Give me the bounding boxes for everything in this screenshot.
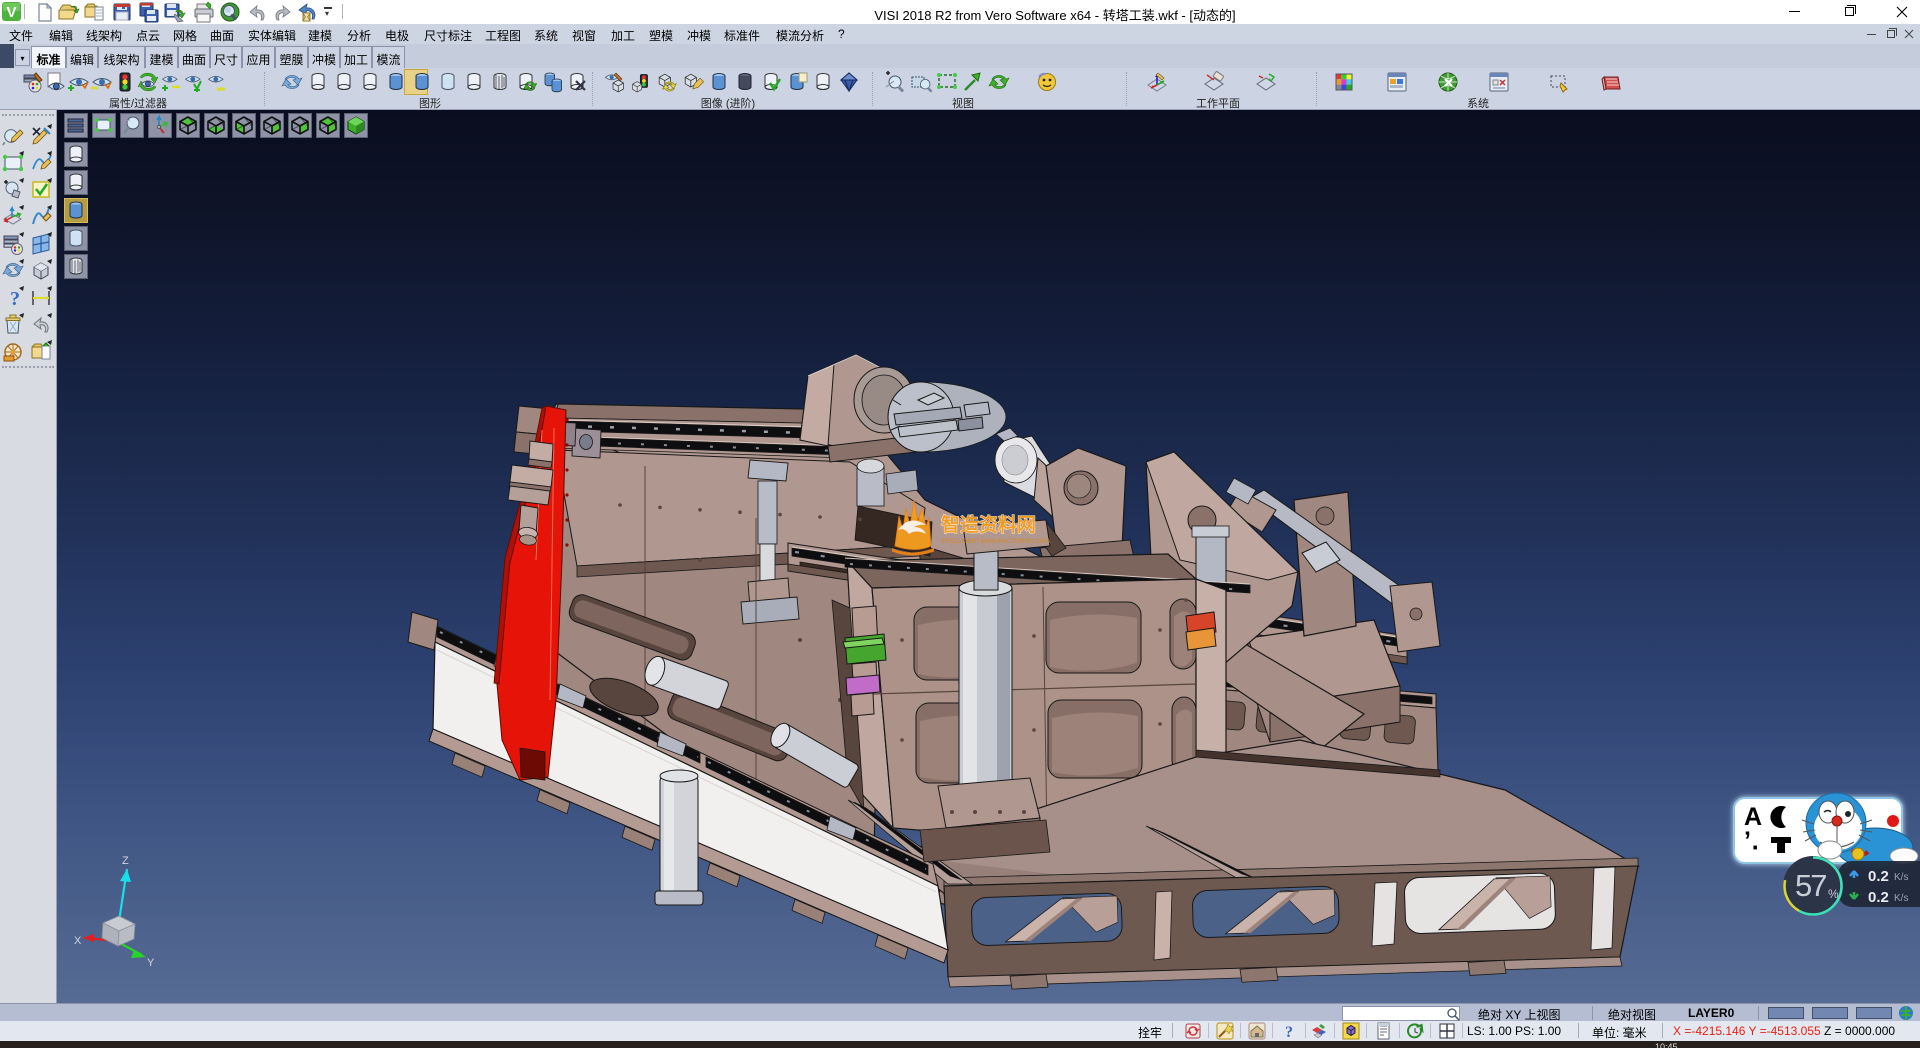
svg-text:%: % [1828,887,1839,901]
svg-text:INTELLIGENT MANUFACTURING DATA: INTELLIGENT MANUFACTURING DATA [941,539,1050,545]
svg-text:K/s: K/s [1894,893,1908,904]
svg-text:57: 57 [1795,868,1826,903]
svg-text:K/s: K/s [1894,872,1908,883]
svg-text:?: ? [10,288,20,310]
svg-text:0.2: 0.2 [1868,868,1889,885]
svg-text:Z: Z [122,855,129,867]
svg-text:X: X [74,935,82,947]
svg-text:Y: Y [147,957,155,969]
svg-text:0.2: 0.2 [1868,889,1889,904]
svg-text:智造资料网: 智造资料网 [941,513,1036,536]
svg-text:?: ? [1285,1024,1293,1040]
svg-text:V: V [6,4,16,21]
